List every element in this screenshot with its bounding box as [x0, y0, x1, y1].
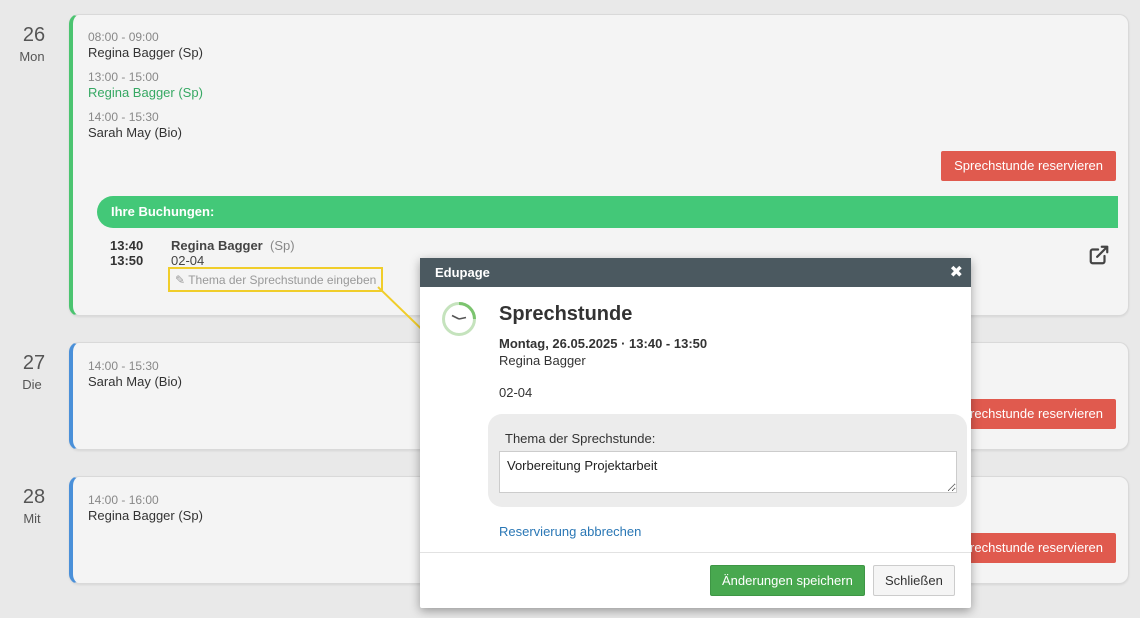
save-changes-button[interactable]: Änderungen speichern: [710, 565, 865, 596]
close-button[interactable]: Schließen: [873, 565, 955, 596]
reserve-button[interactable]: Sprechstunde reservieren: [941, 151, 1116, 181]
slot-time: 13:00 - 15:00: [88, 70, 159, 84]
slot-item[interactable]: 14:00 - 16:00 Regina Bagger (Sp): [88, 493, 203, 523]
booking-subject: (Sp): [269, 238, 295, 253]
slot-teacher: Regina Bagger (Sp): [88, 45, 203, 60]
slot-time: 08:00 - 09:00: [88, 30, 159, 44]
day-name: Mit: [23, 511, 41, 526]
external-link-icon[interactable]: [1088, 244, 1110, 266]
topic-label: Thema der Sprechstunde:: [505, 431, 656, 446]
bookings-header: Ihre Buchungen:: [97, 196, 1118, 228]
slot-item[interactable]: 14:00 - 15:30 Sarah May (Bio): [88, 359, 182, 389]
booking-teacher: Regina Bagger (Sp): [171, 238, 295, 253]
appointment-room: 02-04: [499, 385, 533, 400]
slot-time: 14:00 - 16:00: [88, 493, 159, 507]
booking-start-time: 13:40: [110, 238, 144, 253]
enter-topic-label: Thema der Sprechstunde eingeben: [188, 273, 377, 287]
day-number: 28: [22, 486, 46, 508]
topic-section: Thema der Sprechstunde: Vorbereitung Pro…: [488, 414, 967, 507]
slot-time: 14:00 - 15:30: [88, 110, 159, 124]
appointment-datetime: Montag, 26.05.2025 · 13:40 - 13:50: [499, 336, 708, 351]
slot-time: 14:00 - 15:30: [88, 359, 159, 373]
topic-input[interactable]: Vorbereitung Projektarbeit: [499, 451, 957, 493]
slot-teacher: Sarah May (Bio): [88, 374, 182, 389]
day-name: Die: [22, 377, 42, 392]
slot-teacher: Sarah May (Bio): [88, 125, 182, 140]
slot-item[interactable]: 13:00 - 15:00 Regina Bagger (Sp): [88, 70, 203, 100]
slot-teacher: Regina Bagger (Sp): [88, 85, 203, 100]
cancel-reservation-link[interactable]: Reservierung abbrechen: [499, 524, 641, 539]
dialog-title: Sprechstunde: [499, 303, 633, 325]
dialog-header: Edupage ✖: [420, 258, 971, 287]
booking-dialog: Edupage ✖ Sprechstunde Montag, 26.05.202…: [420, 258, 971, 608]
booking-end-time: 13:50: [110, 253, 144, 268]
dialog-title-bar: Edupage: [435, 265, 490, 280]
pencil-icon: ✎: [175, 273, 186, 287]
day-number: 27: [22, 352, 46, 374]
dialog-footer: Änderungen speichern Schließen: [420, 552, 971, 608]
slot-item[interactable]: 08:00 - 09:00 Regina Bagger (Sp): [88, 30, 203, 60]
clock-icon: [442, 302, 476, 336]
day-name: Mon: [19, 49, 45, 64]
enter-topic-link[interactable]: ✎ Thema der Sprechstunde eingeben: [168, 267, 384, 292]
day-number: 26: [22, 24, 46, 46]
close-icon[interactable]: ✖: [950, 258, 963, 287]
slot-teacher: Regina Bagger (Sp): [88, 508, 203, 523]
appointment-teacher: Regina Bagger: [499, 353, 586, 368]
booking-room: 02-04: [171, 253, 205, 268]
slot-item[interactable]: 14:00 - 15:30 Sarah May (Bio): [88, 110, 182, 140]
booking-teacher-name: Regina Bagger: [171, 238, 263, 253]
